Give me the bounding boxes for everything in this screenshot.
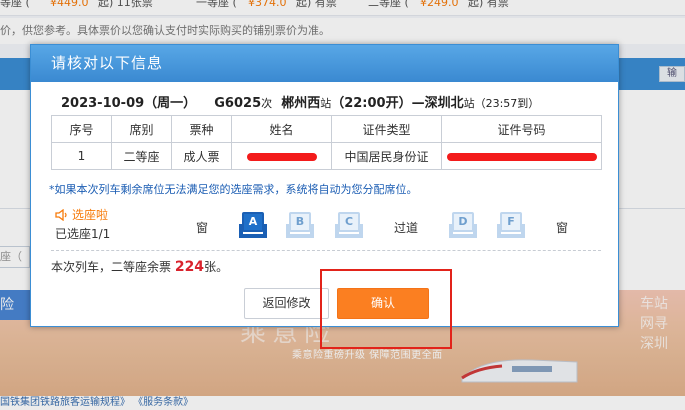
depart-time: （22:00开）— [331, 96, 425, 111]
passenger-ticket-type: 成人票 [171, 142, 232, 170]
seat-select-count: 已选座1/1 [55, 227, 111, 241]
from-station: 郴州西 [281, 96, 321, 111]
train-number: G6025 [214, 96, 262, 111]
dialog-title: 请核对以下信息 [31, 45, 618, 82]
seat-allocation-notice: *如果本次列车剩余席位无法满足您的选座需求，系统将自动为您分配席位。 [49, 183, 418, 196]
passenger-table: 序号 席别 票种 姓名 证件类型 证件号码 1 二等座 成人票 中国居民身份证 [51, 115, 602, 170]
aisle-label: 过道 [394, 221, 419, 235]
passenger-seat-class: 二等座 [111, 142, 172, 170]
arrive-time: （23:57到） [474, 97, 540, 110]
column-header: 证件类型 [331, 115, 442, 143]
seat-select-title: 选座啦 [55, 206, 110, 223]
seat-selection-panel: 选座啦 已选座1/1 窗 A B C 过道 D F 窗 [51, 202, 601, 246]
confirm-button[interactable]: 确认 [337, 288, 429, 319]
train-suffix: 次 [261, 97, 273, 110]
back-to-edit-button[interactable]: 返回修改 [244, 288, 329, 319]
passenger-name [231, 142, 332, 170]
passenger-id-number [441, 142, 602, 170]
seat-f[interactable]: F [497, 212, 525, 238]
remaining-suffix: 张。 [204, 260, 229, 274]
seat-letter: D [452, 212, 474, 232]
seat-letter: A [242, 212, 264, 232]
from-suffix: 站 [320, 97, 332, 110]
remaining-prefix: 本次列车，二等座余票 [51, 260, 175, 274]
redaction-mark [246, 152, 317, 161]
column-header: 票种 [171, 115, 232, 143]
confirm-dialog: 请核对以下信息 2023-10-09（周一） G6025次 郴州西站（22:00… [30, 44, 619, 349]
column-header: 姓名 [231, 115, 332, 143]
seat-d[interactable]: D [449, 212, 477, 238]
table-row: 1 二等座 成人票 中国居民身份证 [51, 142, 602, 170]
redaction-mark [446, 152, 597, 161]
table-header-row: 序号 席别 票种 姓名 证件类型 证件号码 [51, 115, 602, 143]
seat-select-info: 选座啦 已选座1/1 [55, 206, 110, 242]
divider [51, 250, 601, 251]
seat-b[interactable]: B [286, 212, 314, 238]
to-station: 深圳北 [424, 96, 464, 111]
travel-date: 2023-10-09（周一） [61, 96, 197, 111]
seat-a[interactable]: A [239, 212, 267, 238]
to-suffix: 站 [463, 97, 475, 110]
column-header: 序号 [51, 115, 112, 143]
seat-letter: B [289, 212, 311, 232]
train-summary: 2023-10-09（周一） G6025次 郴州西站（22:00开）—深圳北站（… [61, 92, 539, 111]
seat-letter: F [500, 212, 522, 232]
window-label-right: 窗 [556, 221, 569, 235]
passenger-index: 1 [51, 142, 112, 170]
window-label-left: 窗 [196, 221, 209, 235]
seat-letter: C [338, 212, 360, 232]
remaining-tickets: 本次列车，二等座余票 224张。 [51, 258, 228, 275]
passenger-id-type: 中国居民身份证 [331, 142, 442, 170]
seat-select-label: 选座啦 [72, 208, 109, 222]
column-header: 席别 [111, 115, 172, 143]
seat-c[interactable]: C [335, 212, 363, 238]
remaining-count: 224 [174, 259, 205, 275]
speaker-icon [55, 208, 67, 221]
column-header: 证件号码 [441, 115, 602, 143]
